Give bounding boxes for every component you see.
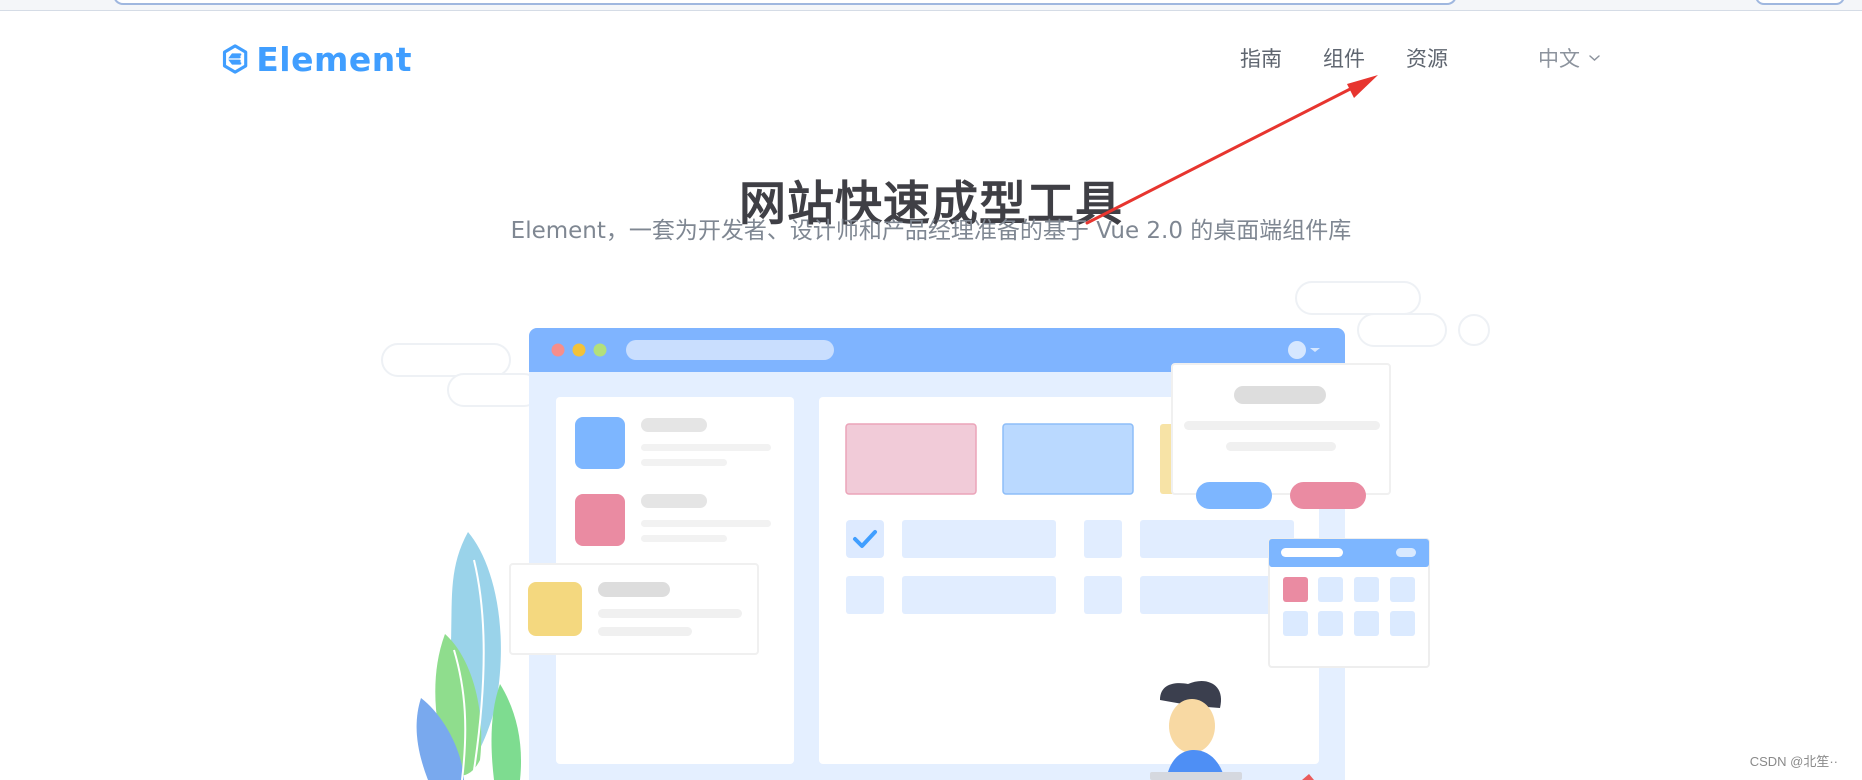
csdn-watermark: CSDN @北笙·· <box>1749 754 1838 769</box>
calendar-card-illustration <box>1268 538 1430 668</box>
plant-illustration <box>416 532 522 780</box>
floating-card-illustration <box>509 563 759 655</box>
hero-illustration <box>381 281 1490 780</box>
dialog-card-illustration <box>1171 363 1391 509</box>
